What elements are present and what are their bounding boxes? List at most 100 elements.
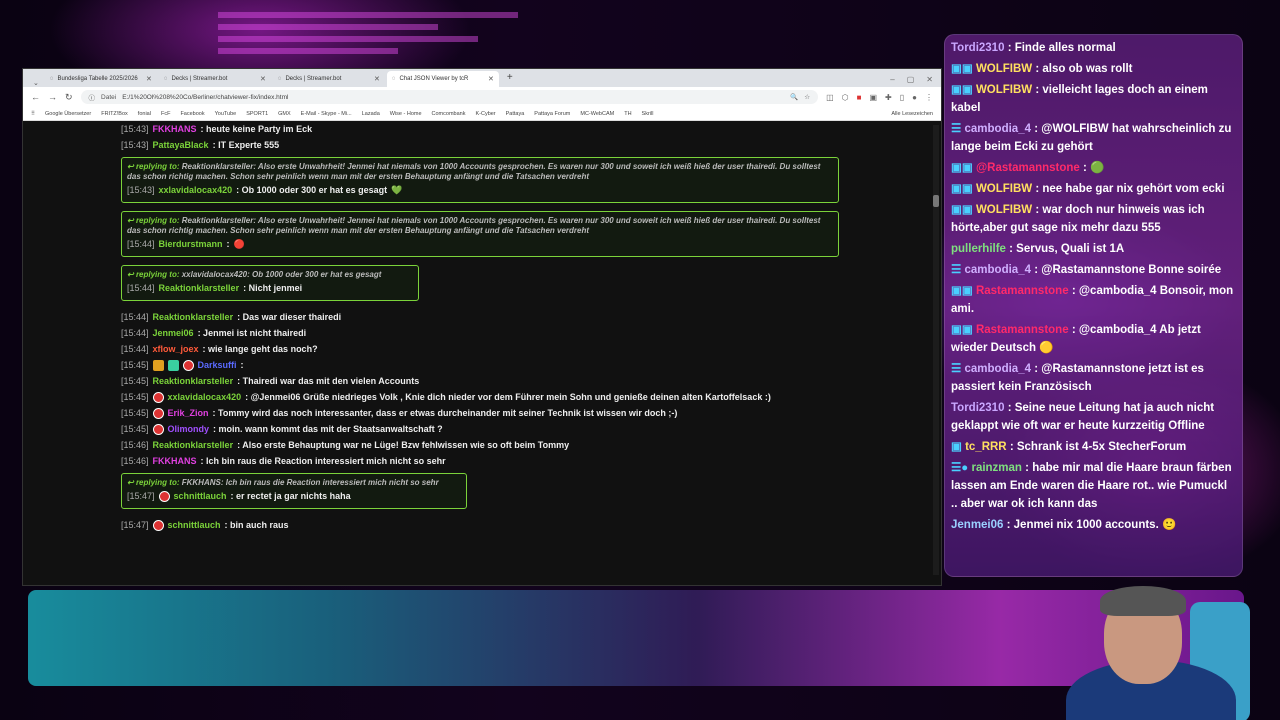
- bookmark-item[interactable]: Comcombank: [432, 111, 466, 117]
- url-field[interactable]: ⓘ Datei E:/1%20Ol%208%20Co/Berliner/chat…: [80, 90, 819, 104]
- address-bar-row: ← → ↻ ⓘ Datei E:/1%20Ol%208%20Co/Berline…: [23, 87, 941, 107]
- bookmark-item[interactable]: TH: [624, 111, 631, 117]
- username[interactable]: Jenmei06: [153, 328, 194, 338]
- user-badge-icon: [152, 423, 164, 435]
- message-timestamp: [15:47]: [121, 520, 149, 530]
- username[interactable]: Darksuffi: [198, 360, 237, 370]
- chat-lines: [15:43] FKKHANS: heute keine Party im Eck…: [121, 121, 941, 533]
- message-text: : Ich bin raus die Reaction interessiert…: [200, 456, 446, 466]
- bookmark-item[interactable]: fonial: [138, 111, 151, 117]
- bookmark-item[interactable]: Skrill: [642, 111, 654, 117]
- tab[interactable]: ◌ Chat JSON Viewer by tcR ✕: [386, 71, 499, 87]
- reload-icon[interactable]: ↻: [65, 92, 73, 103]
- tab-close-icon[interactable]: ✕: [146, 75, 152, 83]
- bookmark-item[interactable]: K-Cyber: [475, 111, 495, 117]
- extension-icon[interactable]: ◫: [826, 93, 834, 102]
- minimize-icon[interactable]: –: [890, 75, 894, 84]
- sidebar-icon[interactable]: ▯: [900, 93, 904, 102]
- reply-quote: ↩ replying to: xxlavidalocax420: Ob 1000…: [127, 270, 413, 280]
- extension-icon[interactable]: ■: [857, 93, 862, 102]
- message-timestamp: [15:44]: [121, 344, 149, 354]
- user-badge-icon: ▣▣: [951, 63, 973, 75]
- username[interactable]: PattayaBlack: [153, 140, 209, 150]
- message-text: : IT Experte 555: [212, 140, 280, 150]
- tab-close-icon[interactable]: ✕: [488, 75, 494, 83]
- user-badge-icon: [182, 359, 194, 371]
- new-tab-button[interactable]: +: [501, 71, 519, 87]
- username[interactable]: schnittlauch: [174, 491, 227, 501]
- username[interactable]: xxlavidalocax420: [168, 392, 242, 402]
- username[interactable]: Reaktionklarsteller: [153, 312, 234, 322]
- menu-icon[interactable]: ⋮: [925, 93, 933, 102]
- message-timestamp: [15:45]: [121, 360, 149, 370]
- bookmark-item[interactable]: Wise - Home: [390, 111, 422, 117]
- bookmark-item[interactable]: Lazada: [362, 111, 380, 117]
- message-text: : Schrank ist 4-5x StecherForum: [1009, 441, 1187, 453]
- replying-label: replying to:: [135, 216, 180, 225]
- tab-bar: ⌄ ◌ Bundesliga Tabelle 2025/2026 ✕ ◌ Decks |…: [23, 69, 941, 87]
- extension-icon[interactable]: ▣: [869, 93, 877, 102]
- bookmark-item[interactable]: Pattaya: [506, 111, 525, 117]
- username[interactable]: Reaktionklarsteller: [159, 283, 240, 293]
- bookmark-item[interactable]: FRITZ!Box: [101, 111, 128, 117]
- user-badge-icon: ☰: [951, 363, 962, 375]
- chat-message: [15:44] Bierdurstmann: 🔴: [127, 236, 833, 252]
- bookmark-item[interactable]: MC-WebCAM: [580, 111, 614, 117]
- username[interactable]: Reaktionklarsteller: [153, 440, 234, 450]
- bookmark-item[interactable]: Facebook: [180, 111, 204, 117]
- chat-message: [15:47] schnittlauch: bin auch raus: [121, 517, 941, 533]
- tab[interactable]: ◌ Bundesliga Tabelle 2025/2026 ✕: [45, 71, 157, 87]
- user-badge-icon: [152, 519, 164, 531]
- bookmark-item[interactable]: FcF: [161, 111, 170, 117]
- close-icon[interactable]: ✕: [926, 75, 933, 84]
- tab-close-icon[interactable]: ✕: [260, 75, 266, 83]
- tab[interactable]: ◌ Decks | Streamer.bot ✕: [273, 71, 385, 87]
- username: WOLFIBW: [975, 183, 1033, 195]
- user-badge-icon: ▣: [951, 441, 962, 453]
- bookmark-item[interactable]: SPORT1: [246, 111, 268, 117]
- bookmark-item[interactable]: YouTube: [215, 111, 237, 117]
- forward-icon[interactable]: →: [48, 92, 57, 102]
- decorative-bar: [218, 48, 398, 54]
- message-timestamp: [15:44]: [121, 312, 149, 322]
- puzzle-icon[interactable]: ✚: [885, 93, 892, 102]
- bookmark-item[interactable]: Google Übersetzer: [45, 111, 91, 117]
- bookmark-item[interactable]: Pattaya Forum: [534, 111, 570, 117]
- info-icon[interactable]: ⓘ: [89, 92, 96, 102]
- username[interactable]: schnittlauch: [168, 520, 221, 530]
- extension-icon[interactable]: ⬡: [842, 93, 849, 102]
- tab[interactable]: ◌ Decks | Streamer.bot ✕: [159, 71, 271, 87]
- username[interactable]: FKKHANS: [153, 456, 197, 466]
- zoom-icon[interactable]: 🔍: [790, 93, 798, 101]
- username[interactable]: xxlavidalocax420: [159, 185, 233, 195]
- back-icon[interactable]: ←: [31, 92, 40, 102]
- username: cambodia_4: [964, 363, 1031, 375]
- username[interactable]: Olimondy: [168, 424, 210, 434]
- bookmark-item[interactable]: GMX: [278, 111, 291, 117]
- bookmarks-bar: ⠿ Google Übersetzer FRITZ!Box fonial FcF Fac…: [23, 107, 941, 121]
- tab-favicon-icon: ◌: [163, 76, 168, 82]
- username[interactable]: xflow_joex: [153, 344, 199, 354]
- overlay-message: Tordi2310 : Seine neue Leitung hat ja au…: [951, 399, 1236, 435]
- username[interactable]: FKKHANS: [153, 124, 197, 134]
- tab-list-icon[interactable]: ⌄: [29, 79, 43, 87]
- avatar[interactable]: ●: [912, 93, 917, 102]
- message-text: : Jenmei ist nicht thairedi: [197, 328, 307, 338]
- emote-icon: 💚: [391, 184, 403, 195]
- username[interactable]: Erik_Zion: [168, 408, 209, 418]
- username[interactable]: Reaktionklarsteller: [153, 376, 234, 386]
- tab-close-icon[interactable]: ✕: [374, 75, 380, 83]
- scrollbar[interactable]: [933, 125, 939, 575]
- overlay-message: ▣▣ WOLFIBW : vielleicht lages doch an ei…: [951, 81, 1236, 117]
- scrollbar-thumb[interactable]: [933, 195, 939, 207]
- username: tc_RRR: [965, 441, 1007, 453]
- bookmark-star-icon[interactable]: ☆: [804, 93, 810, 101]
- all-bookmarks[interactable]: Alle Lesezeichen: [891, 111, 933, 117]
- bookmark-item[interactable]: E-Mail - Skype - Mi...: [301, 111, 352, 117]
- reply-quote: ↩ replying to: Reaktionklarsteller: Also…: [127, 216, 833, 236]
- maximize-icon[interactable]: ▢: [907, 75, 915, 84]
- apps-icon[interactable]: ⠿: [31, 111, 35, 117]
- username[interactable]: Bierdurstmann: [159, 239, 223, 249]
- message-text: : moin. wann kommt das mit der Staatsanw…: [213, 424, 443, 434]
- username: Rastamannstone: [975, 324, 1069, 336]
